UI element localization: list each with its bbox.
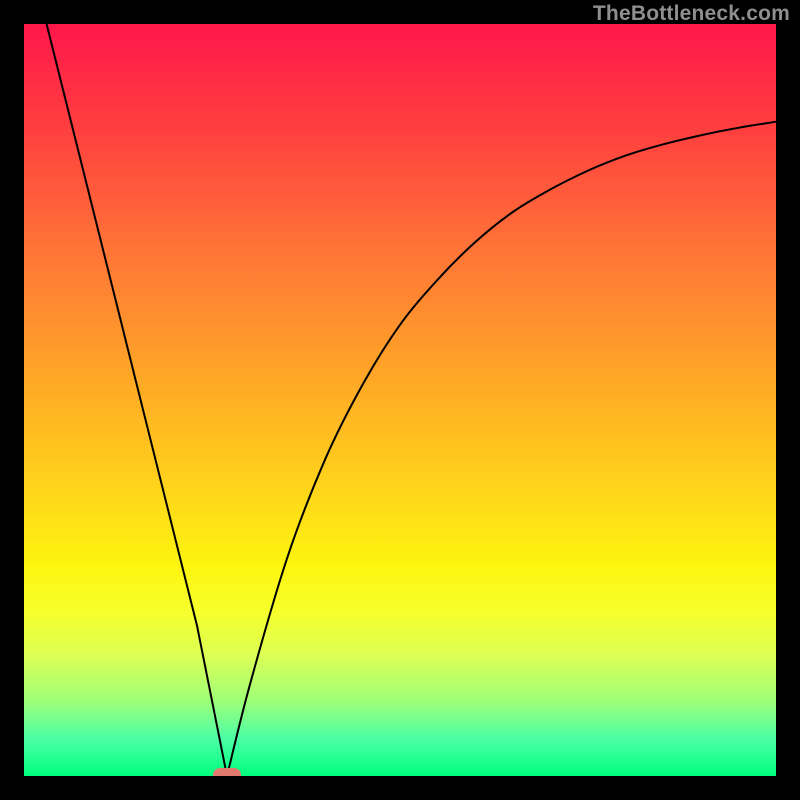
frame-border [0, 776, 800, 800]
watermark-text: TheBottleneck.com [593, 2, 790, 26]
frame-border [776, 0, 800, 800]
bottleneck-plot-container: TheBottleneck.com [0, 0, 800, 800]
frame-border [0, 0, 24, 800]
plot-gradient-area [24, 24, 776, 776]
